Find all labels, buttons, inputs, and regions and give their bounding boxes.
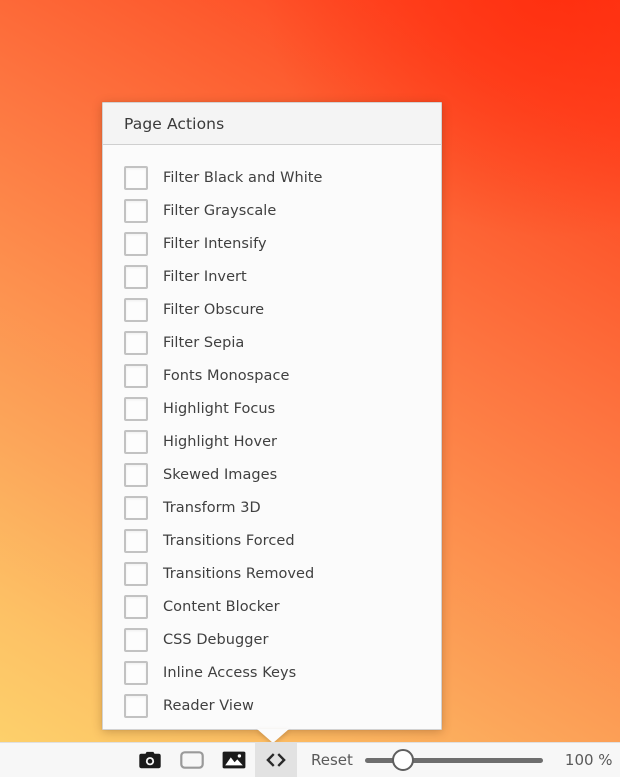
page-action-row[interactable]: Highlight Hover — [103, 425, 441, 458]
page-action-row[interactable]: Reader View — [103, 689, 441, 722]
checkbox-icon[interactable] — [124, 396, 148, 421]
checkbox-icon[interactable] — [124, 528, 148, 553]
checkbox-icon[interactable] — [124, 264, 148, 289]
page-action-row[interactable]: Highlight Focus — [103, 392, 441, 425]
page-title: Page Actions — [124, 114, 225, 133]
window-icon — [180, 751, 204, 769]
checkbox-icon[interactable] — [124, 561, 148, 586]
checkbox-icon[interactable] — [124, 330, 148, 355]
checkbox-icon[interactable] — [124, 198, 148, 223]
page-action-label: Filter Black and White — [163, 169, 323, 186]
full-page-image-button[interactable] — [213, 743, 255, 777]
page-action-label: Reader View — [163, 697, 254, 714]
toolbar-button-group — [129, 742, 297, 777]
page-action-label: Filter Invert — [163, 268, 247, 285]
page-action-label: Highlight Focus — [163, 400, 276, 417]
page-action-label: Transitions Forced — [163, 532, 295, 549]
camera-icon — [139, 751, 161, 769]
page-action-label: Filter Sepia — [163, 334, 245, 351]
page-action-row[interactable]: Fonts Monospace — [103, 359, 441, 392]
page-action-row[interactable]: Filter Black and White — [103, 161, 441, 194]
page-action-row[interactable]: Skewed Images — [103, 458, 441, 491]
popup-pointer-arrow — [257, 729, 289, 743]
page-action-row[interactable]: Filter Sepia — [103, 326, 441, 359]
page-action-label: Transitions Removed — [163, 565, 315, 582]
page-action-label: Filter Grayscale — [163, 202, 277, 219]
page-action-label: Transform 3D — [163, 499, 261, 516]
page-action-row[interactable]: Transform 3D — [103, 491, 441, 524]
page-action-row[interactable]: Inline Access Keys — [103, 656, 441, 689]
checkbox-icon[interactable] — [124, 297, 148, 322]
page-action-label: Highlight Hover — [163, 433, 278, 450]
page-actions-button[interactable] — [255, 742, 297, 777]
reset-zoom-button[interactable]: Reset — [311, 751, 353, 769]
checkbox-icon[interactable] — [124, 429, 148, 454]
zoom-level-value: 100 % — [564, 751, 613, 769]
screenshot-button[interactable] — [129, 743, 171, 777]
page-actions-popup: Page Actions Filter Black and White Filte… — [102, 102, 442, 730]
checkbox-icon[interactable] — [124, 231, 148, 256]
zoom-slider[interactable] — [364, 749, 543, 771]
checkbox-icon[interactable] — [124, 165, 148, 190]
page-action-label: Fonts Monospace — [163, 367, 290, 384]
checkbox-icon[interactable] — [124, 363, 148, 388]
checkbox-icon[interactable] — [124, 462, 148, 487]
screen: Page Actions Filter Black and White Filte… — [0, 0, 620, 777]
viewport-button[interactable] — [171, 743, 213, 777]
page-action-row[interactable]: Transitions Forced — [103, 524, 441, 557]
page-action-row[interactable]: Transitions Removed — [103, 557, 441, 590]
page-action-label: Filter Obscure — [163, 301, 265, 318]
page-action-label: CSS Debugger — [163, 631, 269, 648]
bottom-toolbar: Reset 100 % — [0, 742, 620, 777]
page-action-row[interactable]: Content Blocker — [103, 590, 441, 623]
page-actions-list: Filter Black and White Filter Grayscale Fi… — [103, 145, 441, 729]
checkbox-icon[interactable] — [124, 594, 148, 619]
zoom-slider-thumb[interactable] — [391, 749, 414, 771]
checkbox-icon[interactable] — [124, 627, 148, 652]
page-action-label: Inline Access Keys — [163, 664, 297, 681]
code-icon — [264, 752, 288, 768]
page-action-row[interactable]: Filter Obscure — [103, 293, 441, 326]
page-action-label: Filter Intensify — [163, 235, 267, 252]
checkbox-icon[interactable] — [124, 660, 148, 685]
image-icon — [222, 751, 246, 769]
page-action-row[interactable]: Filter Invert — [103, 260, 441, 293]
page-action-row[interactable]: Filter Grayscale — [103, 194, 441, 227]
page-action-label: Skewed Images — [163, 466, 278, 483]
popup-header: Page Actions — [103, 103, 441, 145]
checkbox-icon[interactable] — [124, 693, 148, 718]
page-action-row[interactable]: CSS Debugger — [103, 623, 441, 656]
checkbox-icon[interactable] — [124, 495, 148, 520]
page-action-label: Content Blocker — [163, 598, 280, 615]
page-action-row[interactable]: Filter Intensify — [103, 227, 441, 260]
